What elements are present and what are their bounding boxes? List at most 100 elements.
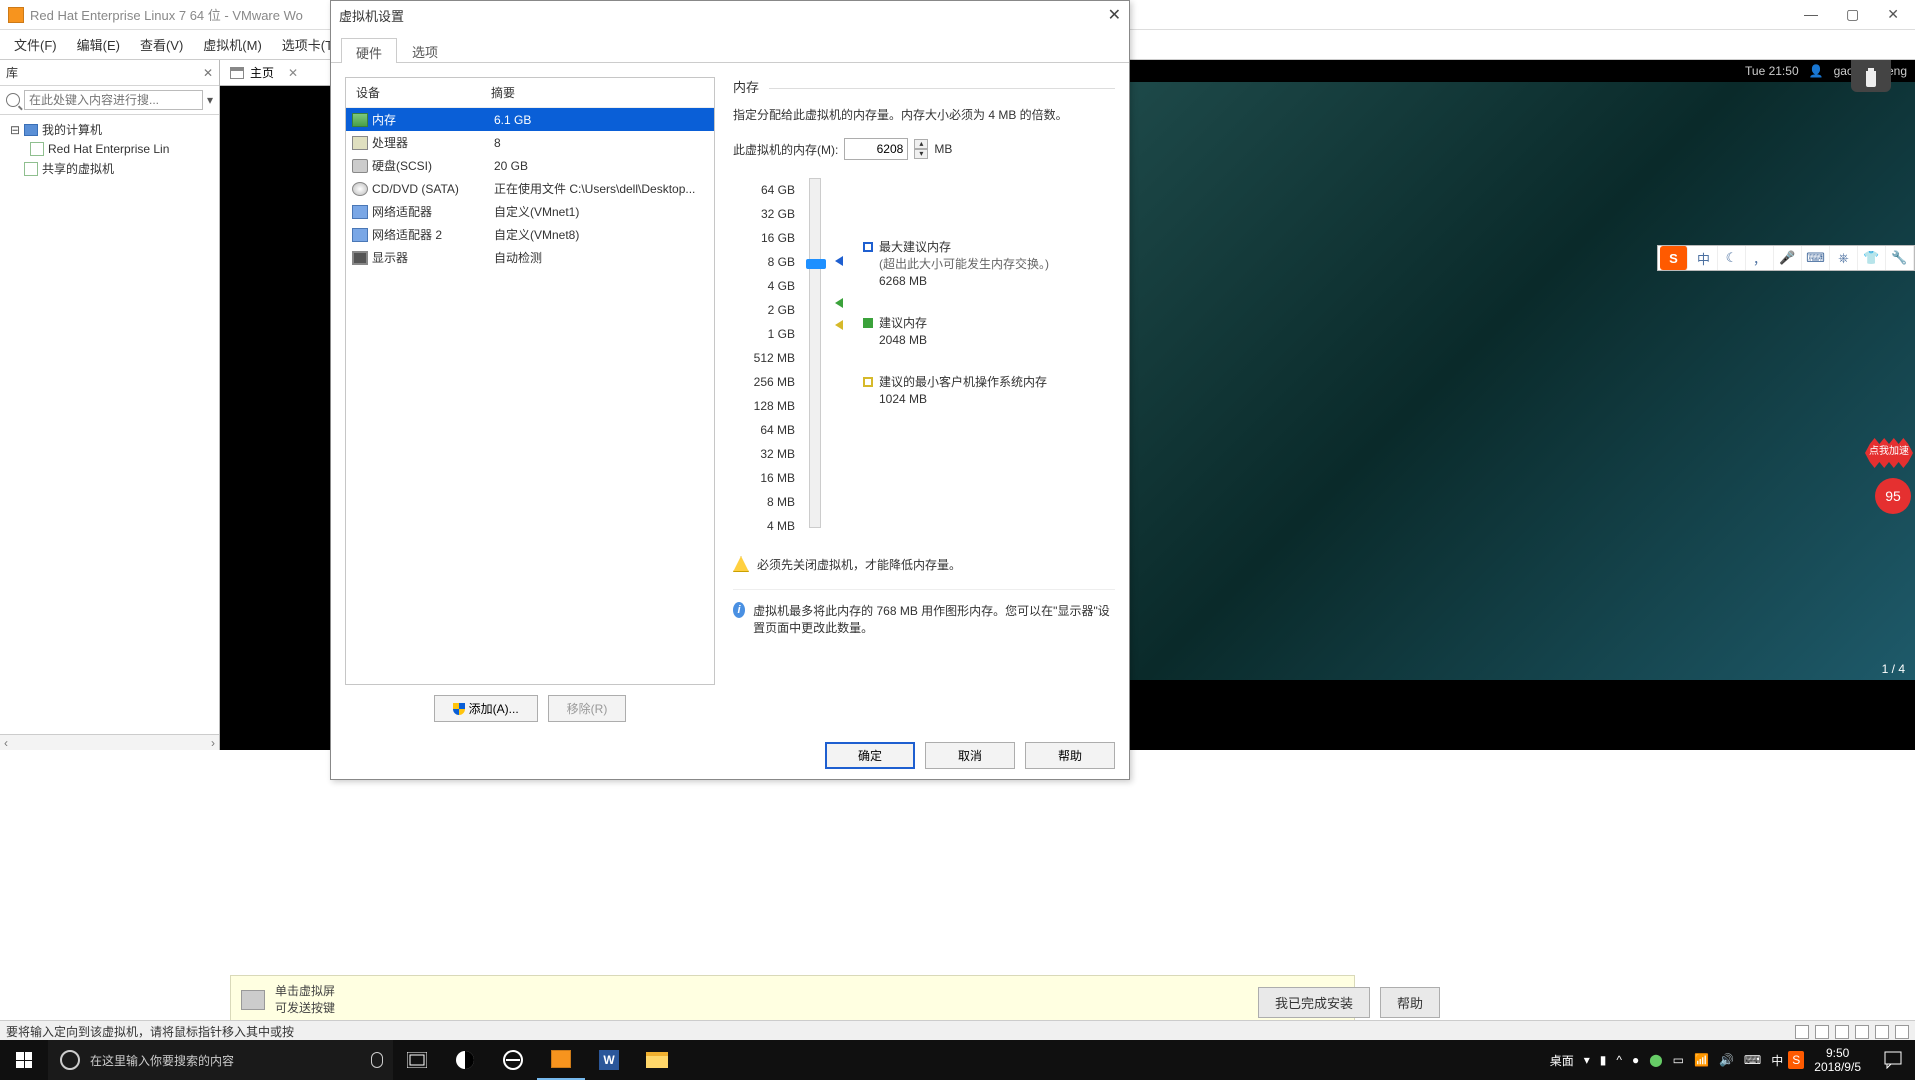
device-icon bbox=[352, 113, 368, 127]
remove-hardware-button: 移除(R) bbox=[548, 695, 627, 722]
tree-root[interactable]: ⊟ 我的计算机 bbox=[4, 119, 215, 140]
status-icon[interactable] bbox=[1875, 1025, 1889, 1039]
help-button[interactable]: 帮助 bbox=[1025, 742, 1115, 769]
memory-label: 此虚拟机的内存(M): bbox=[733, 141, 838, 158]
legend-rec: 建议内存 2048 MB bbox=[863, 314, 1083, 347]
hardware-row[interactable]: 内存6.1 GB bbox=[346, 108, 714, 131]
tab-options[interactable]: 选项 bbox=[397, 37, 453, 62]
tray-icon[interactable]: ▮ bbox=[1595, 1053, 1612, 1067]
col-device: 设备 bbox=[356, 84, 491, 101]
tray-ime[interactable]: 中 bbox=[1766, 1052, 1788, 1069]
device-icon bbox=[352, 136, 368, 150]
hardware-row[interactable]: 显示器自动检测 bbox=[346, 246, 714, 269]
tray-battery-icon[interactable]: ▭ bbox=[1668, 1053, 1689, 1067]
tray-icon[interactable]: ● bbox=[1627, 1053, 1644, 1067]
ime-lang[interactable]: 中 bbox=[1690, 246, 1718, 270]
tip-icon bbox=[241, 990, 265, 1010]
status-icon[interactable] bbox=[1835, 1025, 1849, 1039]
tray-icon[interactable]: ⬤ bbox=[1644, 1053, 1667, 1067]
task-view-button[interactable] bbox=[393, 1040, 441, 1080]
square-icon bbox=[863, 242, 873, 252]
taskbar-word[interactable]: W bbox=[585, 1040, 633, 1080]
maximize-button[interactable]: ▢ bbox=[1846, 6, 1859, 23]
tray-keyboard-icon[interactable]: ⌨ bbox=[1739, 1053, 1766, 1067]
marker-rec bbox=[835, 298, 843, 308]
status-icon[interactable] bbox=[1855, 1025, 1869, 1039]
done-install-button[interactable]: 我已完成安装 bbox=[1258, 987, 1370, 1018]
ime-tool-icon[interactable]: 🔧 bbox=[1886, 246, 1914, 270]
status-icon[interactable] bbox=[1895, 1025, 1909, 1039]
ime-logo-icon[interactable]: S bbox=[1660, 246, 1688, 270]
menu-file[interactable]: 文件(F) bbox=[6, 31, 65, 58]
promo-score: 95 bbox=[1875, 478, 1911, 514]
tray-desktop[interactable]: 桌面 bbox=[1545, 1052, 1579, 1069]
mic-icon[interactable] bbox=[371, 1052, 383, 1068]
library-title: 库 bbox=[6, 64, 18, 81]
library-close-icon[interactable]: ✕ bbox=[203, 66, 213, 80]
notification-button[interactable] bbox=[1871, 1040, 1915, 1080]
legend-max: 最大建议内存 (超出此大小可能发生内存交换。) 6268 MB bbox=[863, 238, 1083, 288]
ime-moon-icon[interactable]: ☾ bbox=[1718, 246, 1746, 270]
cortana-icon bbox=[60, 1050, 80, 1070]
ime-mic-icon[interactable]: 🎤 bbox=[1774, 246, 1802, 270]
promo-label: 点我加速 bbox=[1865, 438, 1913, 468]
minimize-button[interactable]: — bbox=[1804, 6, 1818, 23]
tray-clock[interactable]: 9:502018/9/5 bbox=[1804, 1046, 1871, 1074]
menu-edit[interactable]: 编辑(E) bbox=[69, 31, 128, 58]
guest-desktop[interactable]: Tue 21:50 👤 gaonengneng 1 / 4 bbox=[1130, 60, 1915, 680]
ok-button[interactable]: 确定 bbox=[825, 742, 915, 769]
hardware-row[interactable]: 网络适配器自定义(VMnet1) bbox=[346, 200, 714, 223]
promo-widget[interactable]: 点我加速 95 bbox=[1865, 438, 1915, 518]
tray-up-icon[interactable]: ^ bbox=[1611, 1053, 1627, 1067]
memory-spinner[interactable]: ▴▾ bbox=[914, 139, 928, 159]
close-button[interactable]: ✕ bbox=[1887, 6, 1899, 23]
collapse-icon[interactable]: ⊟ bbox=[10, 123, 20, 137]
ime-keyboard-icon[interactable]: ⌨ bbox=[1802, 246, 1830, 270]
status-icon[interactable] bbox=[1815, 1025, 1829, 1039]
sidebar-scrollbar[interactable]: ‹› bbox=[0, 734, 219, 750]
tray-sogou-icon[interactable]: S bbox=[1788, 1051, 1804, 1069]
ime-shirt-icon[interactable]: 👕 bbox=[1858, 246, 1886, 270]
memory-desc: 指定分配给此虚拟机的内存量。内存大小必须为 4 MB 的倍数。 bbox=[733, 106, 1115, 124]
hardware-row[interactable]: 处理器8 bbox=[346, 131, 714, 154]
tab-hardware[interactable]: 硬件 bbox=[341, 38, 397, 63]
status-icon[interactable] bbox=[1795, 1025, 1809, 1039]
taskbar-app[interactable] bbox=[441, 1040, 489, 1080]
cancel-button[interactable]: 取消 bbox=[925, 742, 1015, 769]
hardware-row[interactable]: 硬盘(SCSI)20 GB bbox=[346, 154, 714, 177]
guest-clock: Tue 21:50 bbox=[1745, 64, 1799, 78]
hardware-row[interactable]: CD/DVD (SATA)正在使用文件 C:\Users\dell\Deskto… bbox=[346, 177, 714, 200]
tree-vm-item[interactable]: Red Hat Enterprise Lin bbox=[4, 140, 215, 158]
tree-shared[interactable]: 共享的虚拟机 bbox=[4, 158, 215, 179]
memory-warning: 必须先关闭虚拟机，才能降低内存量。 bbox=[733, 556, 1115, 573]
home-tab[interactable]: 主页 bbox=[250, 64, 274, 81]
ime-punct-icon[interactable]: ， bbox=[1746, 246, 1774, 270]
taskbar-search[interactable]: 在这里输入你要搜索的内容 bbox=[48, 1040, 393, 1080]
taskbar-edge[interactable] bbox=[489, 1040, 537, 1080]
taskbar-explorer[interactable] bbox=[633, 1040, 681, 1080]
dialog-close-button[interactable]: ✕ bbox=[1108, 5, 1121, 25]
tray-volume-icon[interactable]: 🔊 bbox=[1714, 1053, 1739, 1067]
ime-toolbar[interactable]: S 中 ☾ ， 🎤 ⌨ ⎈ 👕 🔧 bbox=[1657, 245, 1915, 271]
library-sidebar: 库 ✕ ▾ ⊟ 我的计算机 Red Hat Enterprise Lin 共享的… bbox=[0, 60, 220, 750]
guest-pager: 1 / 4 bbox=[1882, 662, 1905, 676]
taskbar-vmware[interactable] bbox=[537, 1040, 585, 1080]
add-hardware-button[interactable]: 添加(A)... bbox=[434, 695, 538, 722]
ime-skin-icon[interactable]: ⎈ bbox=[1830, 246, 1858, 270]
memory-slider[interactable] bbox=[809, 178, 821, 528]
hardware-row[interactable]: 网络适配器 2自定义(VMnet8) bbox=[346, 223, 714, 246]
install-help-button[interactable]: 帮助 bbox=[1380, 987, 1440, 1018]
memory-slider-thumb[interactable] bbox=[806, 259, 826, 269]
start-button[interactable] bbox=[0, 1040, 48, 1080]
tray-chevron-icon[interactable]: ▾ bbox=[1579, 1053, 1595, 1067]
search-dropdown-icon[interactable]: ▾ bbox=[207, 93, 213, 107]
menu-vm[interactable]: 虚拟机(M) bbox=[195, 31, 270, 58]
library-search-input[interactable] bbox=[24, 90, 203, 110]
tab-close-icon[interactable]: ✕ bbox=[288, 66, 298, 80]
tray-wifi-icon[interactable]: 📶 bbox=[1689, 1053, 1714, 1067]
legend-min: 建议的最小客户机操作系统内存 1024 MB bbox=[863, 373, 1083, 406]
usb-indicator[interactable] bbox=[1851, 60, 1891, 92]
memory-input[interactable] bbox=[844, 138, 908, 160]
menu-view[interactable]: 查看(V) bbox=[132, 31, 191, 58]
home-icon bbox=[230, 67, 244, 79]
